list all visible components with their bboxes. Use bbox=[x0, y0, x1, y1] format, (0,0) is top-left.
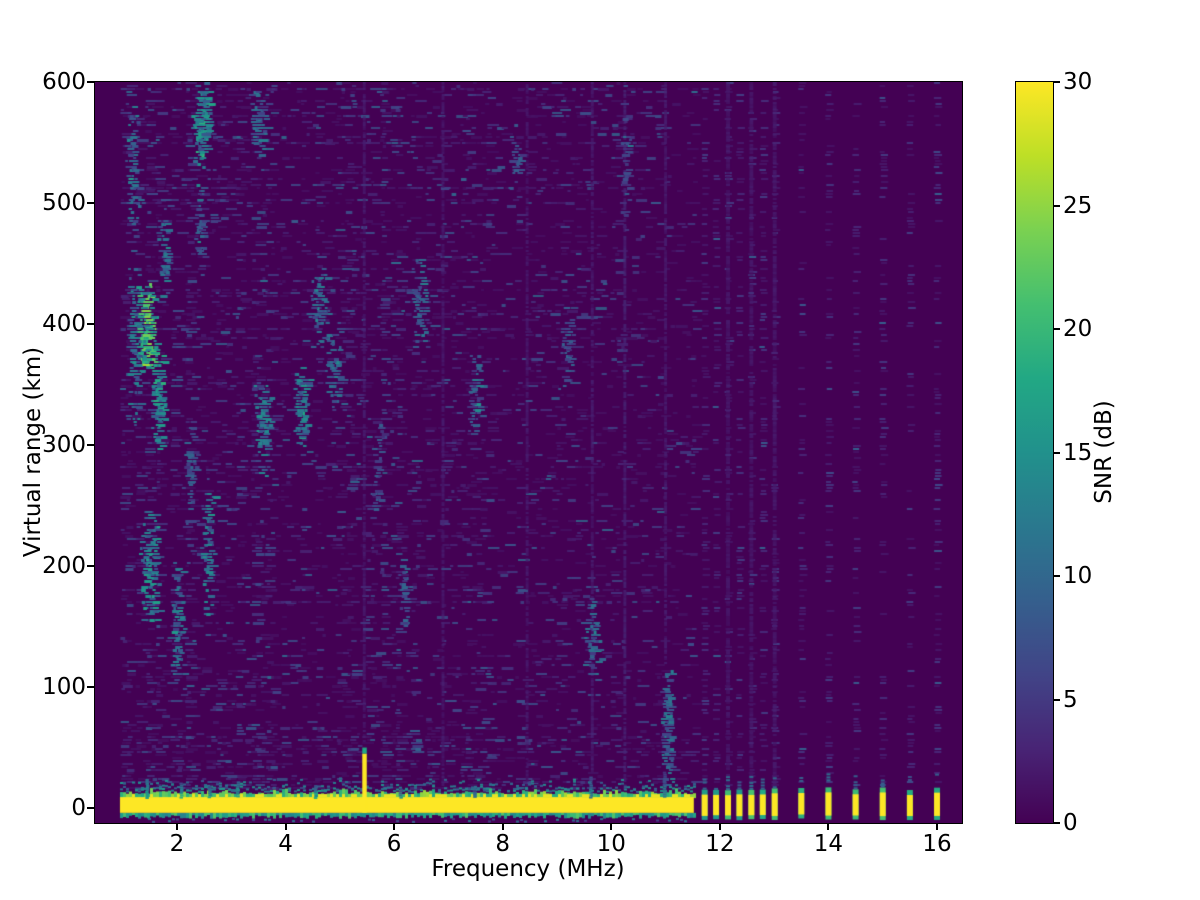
y-tick-mark bbox=[87, 322, 94, 325]
colorbar-tick-mark bbox=[1054, 204, 1060, 207]
x-tick-mark bbox=[501, 824, 504, 830]
y-tick-label: 400 bbox=[42, 310, 86, 337]
x-tick-mark bbox=[284, 824, 287, 830]
colorbar-tick-mark bbox=[1054, 822, 1060, 824]
y-tick-label: 600 bbox=[42, 69, 86, 95]
x-tick-mark bbox=[610, 824, 613, 830]
x-tick-mark bbox=[175, 824, 178, 830]
x-tick-mark bbox=[936, 824, 939, 830]
x-tick-label: 8 bbox=[495, 831, 511, 857]
x-tick-mark bbox=[718, 824, 721, 830]
ionogram-figure: IRF Uppsala SDR Ionosonde UP158 2025-10-… bbox=[0, 0, 1200, 900]
y-tick-label: 100 bbox=[42, 673, 86, 700]
y-tick-label: 300 bbox=[42, 431, 86, 458]
x-tick-label: 12 bbox=[705, 831, 735, 857]
y-tick-label: 500 bbox=[42, 189, 86, 216]
ionogram-heatmap bbox=[95, 82, 962, 823]
y-tick-mark bbox=[87, 806, 94, 809]
y-tick-label: 200 bbox=[42, 552, 86, 579]
colorbar-tick-mark bbox=[1054, 81, 1060, 83]
x-tick-label: 4 bbox=[278, 831, 293, 857]
x-axis-label: Frequency (MHz) bbox=[431, 856, 625, 882]
colorbar-tick-mark bbox=[1054, 698, 1060, 701]
x-tick-label: 10 bbox=[596, 831, 626, 857]
colorbar-tick-mark bbox=[1054, 451, 1060, 454]
x-tick-label: 2 bbox=[169, 831, 185, 857]
x-tick-mark bbox=[827, 824, 830, 830]
x-tick-label: 6 bbox=[386, 831, 402, 857]
x-tick-mark bbox=[393, 824, 396, 830]
colorbar-gradient bbox=[1016, 82, 1053, 823]
y-tick-mark bbox=[87, 81, 94, 83]
colorbar-tick-label: 15 bbox=[1063, 439, 1093, 466]
colorbar-tick-label: 25 bbox=[1063, 192, 1093, 219]
colorbar-tick-mark bbox=[1054, 328, 1060, 330]
y-tick-label: 0 bbox=[71, 794, 86, 821]
y-tick-mark bbox=[87, 443, 94, 446]
y-tick-mark bbox=[87, 201, 94, 204]
colorbar-tick-label: 10 bbox=[1063, 563, 1093, 589]
colorbar-tick-label: 30 bbox=[1063, 69, 1093, 95]
colorbar-tick-label: 0 bbox=[1063, 810, 1078, 836]
y-tick-mark bbox=[87, 685, 94, 688]
x-tick-label: 16 bbox=[922, 831, 952, 857]
colorbar-tick-mark bbox=[1054, 575, 1060, 577]
colorbar-tick-label: 5 bbox=[1063, 686, 1078, 713]
x-tick-label: 14 bbox=[813, 831, 844, 857]
colorbar-tick-label: 20 bbox=[1063, 316, 1093, 342]
y-tick-mark bbox=[87, 564, 94, 567]
